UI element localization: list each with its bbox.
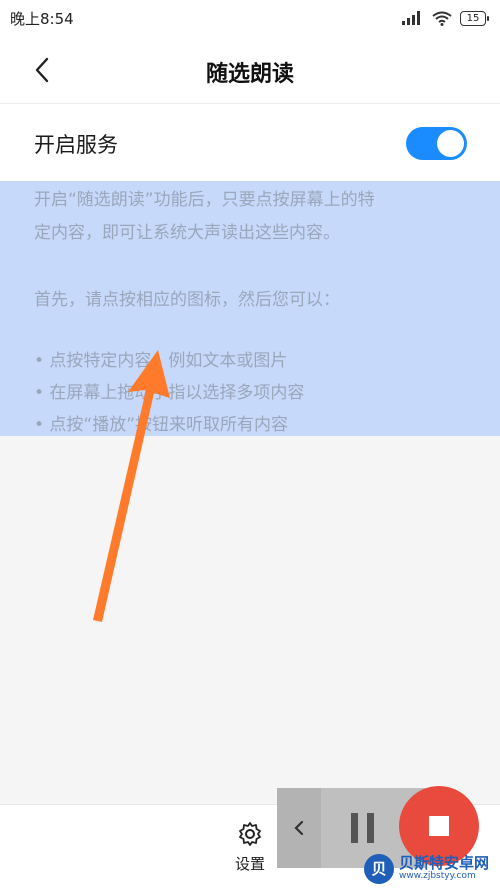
watermark-text: 贝斯特安卓网 www.zjbstyy.com <box>399 853 490 881</box>
settings-label: 设置 <box>234 855 265 873</box>
content-background <box>0 436 500 804</box>
chevron-left-icon <box>294 820 304 836</box>
watermark: 贝 贝斯特安卓网 www.zjbstyy.com <box>364 848 500 889</box>
description-line: 定内容，即可让系统大声读出这些内容。 <box>34 223 340 243</box>
battery-level: 15 <box>466 12 480 24</box>
status-bar: 晚上8:54 15 <box>0 0 500 36</box>
stop-icon <box>429 816 449 836</box>
description-line: 首先，请点按相应的图标，然后您可以： <box>34 290 340 310</box>
battery-icon: 15 <box>460 10 489 26</box>
status-time: 晚上8:54 <box>10 9 74 28</box>
bullet-item: • 点按特定内容，例如文本或图片 <box>34 351 288 371</box>
pause-icon <box>351 813 374 843</box>
description-line: 开启“随选朗读”功能后，只要点按屏幕上的特 <box>34 190 375 210</box>
service-toggle[interactable] <box>406 127 467 160</box>
gear-icon <box>239 822 261 846</box>
description-area[interactable]: 开启“随选朗读”功能后，只要点按屏幕上的特 定内容，即可让系统大声读出这些内容。… <box>0 181 500 436</box>
page-title: 随选朗读 <box>205 62 294 87</box>
status-icons: 15 <box>402 10 489 26</box>
signal-icon <box>402 11 420 25</box>
watermark-url: www.zjbstyy.com <box>399 870 476 881</box>
toggle-knob <box>437 130 464 157</box>
header: 随选朗读 <box>0 36 500 104</box>
watermark-title: 贝斯特安卓网 <box>399 853 490 872</box>
service-label: 开启服务 <box>34 133 118 157</box>
collapse-button[interactable] <box>277 788 321 868</box>
bullet-item: • 点按“播放”按钮来听取所有内容 <box>34 415 289 435</box>
wifi-icon <box>432 11 452 26</box>
bullet-item: • 在屏幕上拖动手指以选择多项内容 <box>34 383 305 403</box>
watermark-logo: 贝 <box>364 853 394 884</box>
service-row: 开启服务 <box>0 105 500 181</box>
settings-button[interactable]: 设置 <box>224 821 276 883</box>
